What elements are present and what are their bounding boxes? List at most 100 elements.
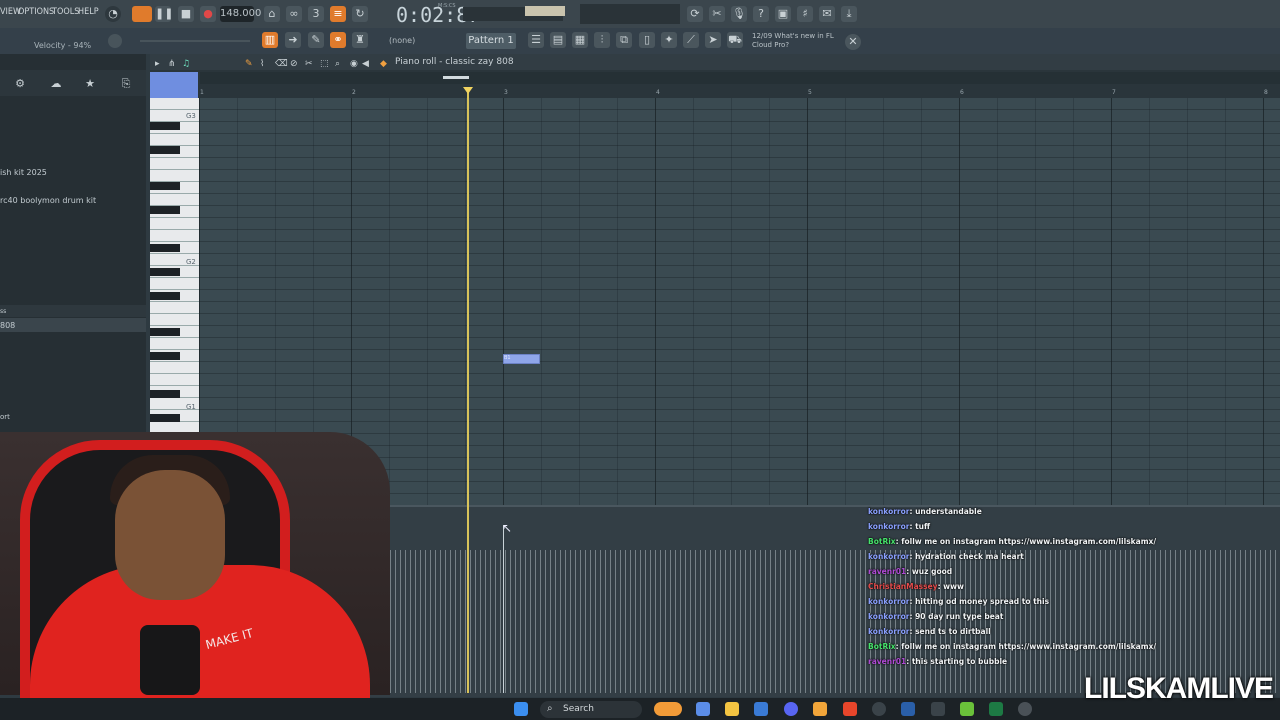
playhead-marker[interactable] [463,87,473,94]
cart-icon[interactable]: ⛟ [727,32,743,48]
pat-song-toggle[interactable] [132,6,152,22]
browser-item-ort[interactable]: ort [0,413,10,421]
bar-number-3: 3 [504,89,508,96]
download-icon[interactable]: ⤓ [841,6,857,22]
pattern-selector-none[interactable]: (none) [389,36,415,45]
4k-app-icon[interactable] [1018,702,1032,716]
browser-item-808[interactable]: 808 [0,321,15,330]
menu-tools[interactable]: TOOLS [52,7,79,17]
plugin-icon[interactable]: ✦ [661,32,677,48]
black-key[interactable] [150,122,180,130]
tempo-display[interactable]: 148.000 [220,6,261,22]
black-key[interactable] [150,390,180,398]
browser-item-boolymon-kit[interactable]: rc40 boolymon drum kit [0,196,96,205]
black-key[interactable] [150,206,180,214]
chat-icon[interactable]: ✉ [819,6,835,22]
save-icon[interactable]: ▣ [775,6,791,22]
main-pitch-knob[interactable] [108,34,122,48]
chat-message: konkorror: tuff [868,522,930,531]
cut-icon[interactable]: ✂ [709,6,725,22]
black-key[interactable] [150,182,180,190]
mixer-view-icon[interactable]: ⫶ [594,32,610,48]
channel-rack-icon[interactable]: ▦ [572,32,588,48]
chat-username[interactable]: konkorror [868,612,909,621]
chat-username[interactable]: konkorror [868,507,909,516]
chat-username[interactable]: ravenr01 [868,567,906,576]
undo-history-icon[interactable]: ⟳ [687,6,703,22]
app-icon[interactable] [960,702,974,716]
stop-icon[interactable]: ■ [178,6,194,22]
news-panel[interactable]: 12/09 What's new in FL Cloud Pro? [752,32,842,50]
weather-widget-icon[interactable] [654,702,682,716]
stamp-icon[interactable]: ♜ [352,32,368,48]
ruler-scroll-thumb[interactable] [443,76,469,79]
playhead-line[interactable] [467,88,469,693]
chat-username[interactable]: BotRix [868,642,896,651]
pause-icon[interactable]: ❚❚ [155,6,173,22]
black-key[interactable] [150,414,180,422]
countdown-icon[interactable]: 3 [308,6,324,22]
piano-icon[interactable]: ▥ [262,32,278,48]
steam-icon[interactable] [901,702,915,716]
black-key[interactable] [150,268,180,276]
menu-help[interactable]: HELP [78,7,99,17]
file-icon[interactable]: ▯ [639,32,655,48]
chat-username[interactable]: konkorror [868,597,909,606]
star-icon[interactable]: ★ [82,76,98,92]
step-edit-icon[interactable]: ≡ [330,6,346,22]
browser-icon[interactable]: ⧉ [616,32,632,48]
chat-message: konkorror: hydration check ma heart [868,552,1024,561]
store-icon[interactable] [754,702,768,716]
mic-icon[interactable]: 🎙 [731,6,747,22]
black-key[interactable] [150,146,180,154]
pencil-icon[interactable]: ✎ [308,32,324,48]
cloud-icon[interactable]: ☁ [48,76,64,92]
windows-start-icon[interactable] [514,702,528,716]
cpu-ram-panel [580,4,680,24]
discord-icon[interactable] [784,702,798,716]
chat-username[interactable]: ChristianMassey [868,582,938,591]
browser-options-icon[interactable]: ⚙ [12,76,28,92]
black-key[interactable] [150,352,180,360]
pattern-selector[interactable]: Pattern 1 [466,33,516,49]
black-key[interactable] [150,292,180,300]
chat-username[interactable]: BotRix [868,537,896,546]
key-selector-corner[interactable] [150,72,198,98]
browser-item-ss[interactable]: ss [0,308,6,315]
loop-record-icon[interactable]: ↻ [352,6,368,22]
playlist-icon[interactable]: ☰ [528,32,544,48]
browser-item-drum-kit-2025[interactable]: ish kit 2025 [0,168,47,177]
settings-icon[interactable] [872,702,886,716]
app-green-icon[interactable] [989,702,1003,716]
send-icon[interactable]: ➤ [705,32,721,48]
help-icon[interactable]: ? [753,6,769,22]
keyboard-app-icon[interactable] [931,702,945,716]
tempo-tapper-icon[interactable]: ⟋ [683,32,699,48]
velocity-bar-selected[interactable] [503,525,504,693]
black-key[interactable] [150,244,180,252]
metronome-icon[interactable]: ⌂ [264,6,280,22]
chat-username[interactable]: konkorror [868,627,909,636]
menu-options[interactable]: OPTIONS [18,7,54,17]
black-key[interactable] [150,328,180,336]
arrow-icon[interactable]: ➜ [285,32,301,48]
brave-icon[interactable] [843,702,857,716]
wait-record-icon[interactable]: ∞ [286,6,302,22]
close-news-icon[interactable]: ✕ [845,34,861,50]
snap-icon[interactable]: ⎘ [118,76,134,92]
chat-username[interactable]: konkorror [868,552,909,561]
chat-text: : tuff [909,522,931,531]
chat-username[interactable]: konkorror [868,522,909,531]
record-icon[interactable]: ● [200,6,216,22]
copilot-icon[interactable] [696,702,710,716]
ruler-scroll-track[interactable] [200,72,1280,84]
chat-message: konkorror: send ts to dirtball [868,627,991,636]
pitch-slider[interactable] [140,40,250,42]
fl-studio-icon[interactable] [813,702,827,716]
link-icon[interactable]: ⚭ [330,32,346,48]
mixer-icon[interactable]: ♯ [797,6,813,22]
master-volume-slider[interactable] [525,6,565,16]
piano-roll-icon[interactable]: ▤ [550,32,566,48]
file-explorer-icon[interactable] [725,702,739,716]
chat-username[interactable]: ravenr01 [868,657,906,666]
